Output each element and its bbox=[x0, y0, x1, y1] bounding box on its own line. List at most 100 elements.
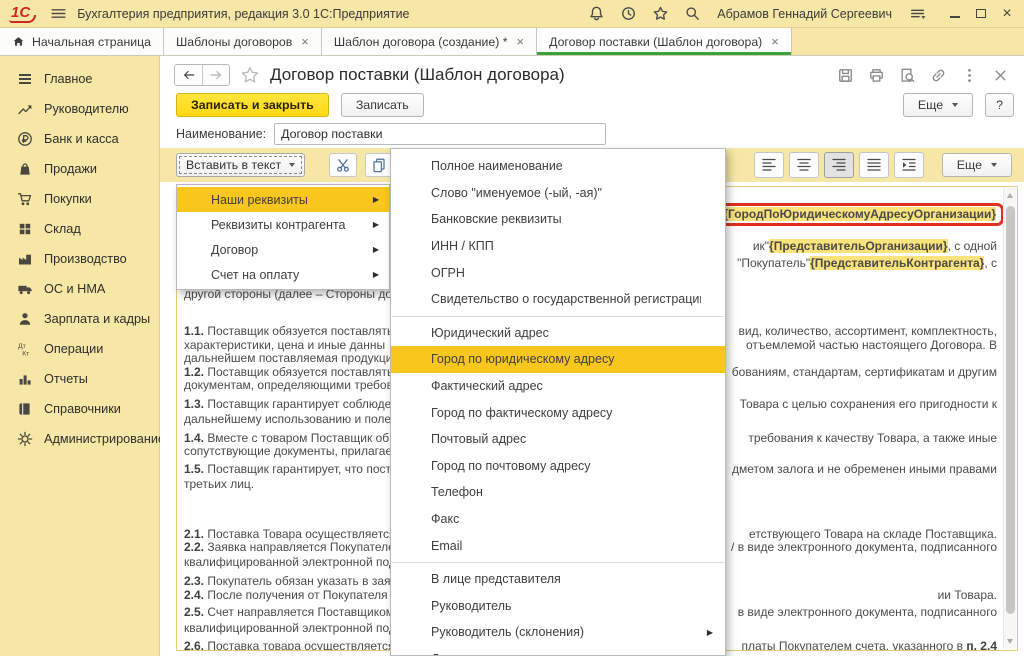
forward-button[interactable] bbox=[202, 65, 229, 85]
sidebar-item-label: Производство bbox=[44, 252, 127, 266]
tab-close-icon[interactable]: × bbox=[771, 34, 779, 49]
sidebar-item-otchety[interactable]: Отчеты bbox=[0, 364, 159, 394]
requisites-submenu-item[interactable]: Фактический адрес bbox=[391, 373, 725, 400]
requisites-submenu-item[interactable]: ИНН / КПП bbox=[391, 233, 725, 260]
requisites-submenu-item[interactable]: Банковские реквизиты bbox=[391, 206, 725, 233]
save-button[interactable]: Записать bbox=[341, 93, 424, 117]
service-menu-icon[interactable] bbox=[906, 3, 928, 25]
insert-menu-item[interactable]: Счет на оплату▶ bbox=[177, 262, 389, 287]
sidebar-item-label: Операции bbox=[44, 342, 103, 356]
more-label: Еще bbox=[957, 158, 982, 172]
sidebar-item-bank-i-kassa[interactable]: Банк и касса bbox=[0, 124, 159, 154]
requisites-submenu-item[interactable]: ОГРН bbox=[391, 259, 725, 286]
pokupki-icon bbox=[16, 191, 33, 208]
requisites-submenu-item[interactable]: Слово "именуемое (-ый, -ая)" bbox=[391, 180, 725, 207]
minimize-button[interactable] bbox=[944, 4, 966, 24]
current-user[interactable]: Абрамов Геннадий Сергеевич bbox=[717, 7, 892, 21]
form-header: Договор поставки (Шаблон договора) bbox=[160, 56, 1024, 90]
home-icon bbox=[12, 35, 25, 48]
sidebar-item-label: Справочники bbox=[44, 402, 121, 416]
sections-panel: ГлавноеРуководителю Банк и касса ПродажиПо… bbox=[0, 56, 160, 656]
search-icon[interactable] bbox=[681, 3, 703, 25]
requisites-submenu-item[interactable]: Свидетельство о государственной регистра… bbox=[391, 286, 725, 313]
indent-button[interactable] bbox=[894, 152, 924, 178]
menu-item-label: Наши реквизиты bbox=[211, 193, 367, 207]
toolbar-more-button[interactable]: Еще bbox=[942, 153, 1012, 177]
close-button[interactable]: × bbox=[996, 4, 1018, 24]
insert-menu-item[interactable]: Договор▶ bbox=[177, 237, 389, 262]
name-input[interactable] bbox=[274, 123, 606, 145]
print-icon[interactable] bbox=[864, 64, 888, 86]
requisites-submenu-item[interactable]: Город по юридическому адресу bbox=[391, 346, 725, 373]
tab-4-active[interactable]: Договор поставки (Шаблон договора)× bbox=[537, 28, 792, 55]
sidebar-item-proizvodstvo[interactable]: Производство bbox=[0, 244, 159, 274]
tab-close-icon[interactable]: × bbox=[517, 34, 525, 49]
tab-bar: Начальная страницаШаблоны договоров×Шабл… bbox=[0, 28, 1024, 56]
requisites-submenu-item[interactable]: В лице представителя bbox=[391, 566, 725, 593]
tab-2[interactable]: Шаблоны договоров× bbox=[164, 28, 322, 55]
bell-icon[interactable] bbox=[585, 3, 607, 25]
requisites-submenu-item[interactable]: Телефон bbox=[391, 479, 725, 506]
cut-icon[interactable] bbox=[329, 153, 357, 177]
history-icon[interactable] bbox=[617, 3, 639, 25]
preview-icon[interactable] bbox=[895, 64, 919, 86]
copy-icon[interactable] bbox=[365, 153, 393, 177]
maximize-button[interactable] bbox=[970, 4, 992, 24]
align-left-button[interactable] bbox=[754, 152, 784, 178]
more-dots-icon[interactable] bbox=[957, 64, 981, 86]
requisites-submenu-item[interactable]: Руководитель (склонения)▶ bbox=[391, 619, 725, 646]
favorite-star-icon[interactable] bbox=[240, 65, 260, 85]
insert-menu-item[interactable]: Реквизиты контрагента▶ bbox=[177, 212, 389, 237]
save-and-close-button[interactable]: Записать и закрыть bbox=[176, 93, 329, 117]
align-center-button[interactable] bbox=[789, 152, 819, 178]
sidebar-item-sklad[interactable]: Склад bbox=[0, 214, 159, 244]
requisites-submenu-item[interactable]: Почтовый адрес bbox=[391, 426, 725, 453]
align-justify-button[interactable] bbox=[859, 152, 889, 178]
save-icon[interactable] bbox=[833, 64, 857, 86]
chevron-down-icon bbox=[991, 163, 997, 167]
tab-1[interactable]: Начальная страница bbox=[0, 28, 164, 55]
requisites-submenu-item[interactable]: Факс bbox=[391, 506, 725, 533]
requisites-submenu-item[interactable]: Юридический адрес bbox=[391, 320, 725, 347]
requisites-submenu-item[interactable]: Город по почтовому адресу bbox=[391, 453, 725, 480]
sidebar-item-os-i-nma[interactable]: ОС и НМА bbox=[0, 274, 159, 304]
insert-into-text-button[interactable]: Вставить в текст bbox=[176, 153, 305, 177]
sidebar-item-spravochniki[interactable]: Справочники bbox=[0, 394, 159, 424]
scrollbar-thumb[interactable] bbox=[1006, 206, 1015, 614]
link-icon[interactable] bbox=[926, 64, 950, 86]
sidebar-item-glavnoe[interactable]: Главное bbox=[0, 64, 159, 94]
sidebar-item-prodazhi[interactable]: Продажи bbox=[0, 154, 159, 184]
zarplata-i-kadry-icon bbox=[16, 311, 33, 328]
sidebar-item-operatsii[interactable]: ДтКт Операции bbox=[0, 334, 159, 364]
sidebar-item-administrirovanie[interactable]: Администрирование bbox=[0, 424, 159, 454]
back-button[interactable] bbox=[175, 65, 202, 85]
menu-item-label: Email bbox=[431, 539, 701, 553]
insert-menu-item[interactable]: Наши реквизиты▶ bbox=[177, 187, 389, 212]
close-icon[interactable] bbox=[988, 64, 1012, 86]
glavnoe-icon bbox=[16, 71, 33, 88]
requisites-submenu-item[interactable]: Полное наименование bbox=[391, 153, 725, 180]
menu-separator bbox=[392, 562, 724, 563]
requisites-submenu-item[interactable]: Email bbox=[391, 532, 725, 559]
submenu-arrow-icon: ▶ bbox=[367, 270, 381, 279]
name-field-label: Наименование: bbox=[176, 127, 266, 141]
tab-3[interactable]: Шаблон договора (создание) *× bbox=[322, 28, 537, 55]
tab-close-icon[interactable]: × bbox=[301, 34, 309, 49]
help-button[interactable]: ? bbox=[985, 93, 1014, 117]
sidebar-item-pokupki[interactable]: Покупки bbox=[0, 184, 159, 214]
main-menu-icon[interactable] bbox=[47, 3, 69, 25]
favorites-star-icon[interactable] bbox=[649, 3, 671, 25]
requisites-submenu-item[interactable]: Город по фактическому адресу bbox=[391, 399, 725, 426]
more-button[interactable]: Еще bbox=[903, 93, 973, 117]
chevron-down-icon bbox=[289, 163, 295, 167]
operatsii-icon: ДтКт bbox=[16, 341, 33, 358]
sidebar-item-label: Банк и касса bbox=[44, 132, 119, 146]
svg-text:Кт: Кт bbox=[22, 350, 29, 357]
requisites-submenu-item[interactable]: Руководитель bbox=[391, 593, 725, 620]
align-right-button[interactable] bbox=[824, 152, 854, 178]
sidebar-item-rukovoditelyu[interactable]: Руководителю bbox=[0, 94, 159, 124]
requisites-submenu-item[interactable]: Должность руководителя bbox=[391, 646, 725, 656]
vertical-scrollbar[interactable] bbox=[1003, 188, 1016, 649]
sidebar-item-zarplata-i-kadry[interactable]: Зарплата и кадры bbox=[0, 304, 159, 334]
1c-logo: 1С bbox=[10, 4, 33, 24]
